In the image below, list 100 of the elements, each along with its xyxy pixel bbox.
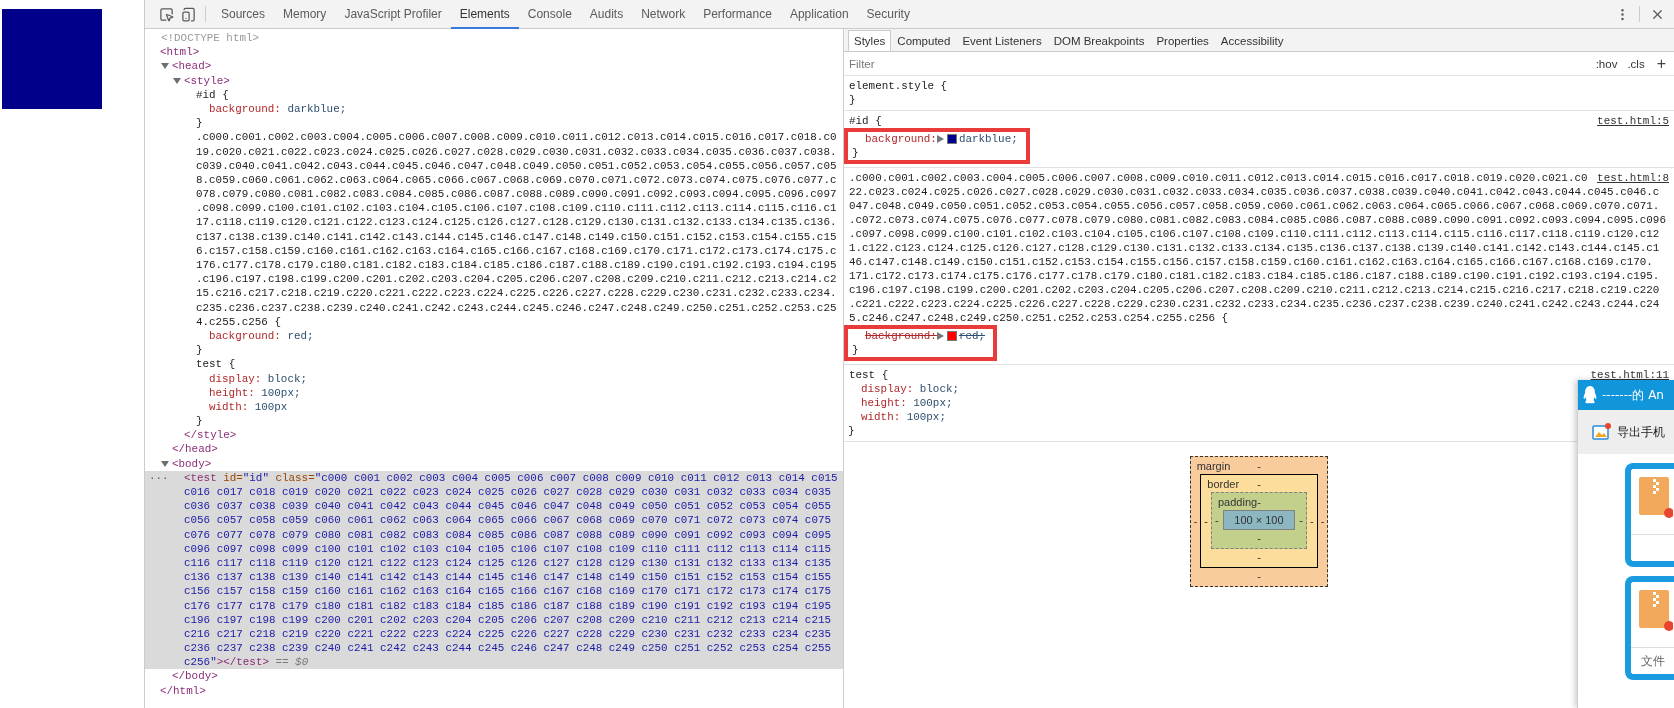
sidebar-tab[interactable]: Properties	[1150, 30, 1215, 51]
html-tag[interactable]: <body>	[172, 456, 212, 471]
css-property[interactable]: background:	[865, 132, 937, 146]
css-value[interactable]: red;	[958, 329, 986, 343]
content-box: 100 × 100	[1223, 510, 1295, 530]
window-title: -------的 An	[1602, 386, 1664, 404]
css-value[interactable]: 100px;	[913, 396, 953, 410]
selected-node-row[interactable]	[145, 470, 843, 670]
css-property: background:	[209, 101, 281, 117]
css-property[interactable]: background:	[865, 329, 937, 343]
attribute-value: "c000 c001 c002 c003 c004 c005 c006 c007 c008 c009 c010 c011 c012 c013 c014 c015	[314, 470, 838, 485]
attribute-name: id=	[223, 470, 243, 485]
css-brace: }	[848, 425, 855, 437]
css-brace: }	[196, 414, 203, 429]
box-value: -	[1257, 478, 1261, 490]
panel-tab[interactable]: Audits	[580, 0, 633, 29]
css-value: 100px	[254, 399, 288, 415]
box-value: -	[1203, 514, 1209, 527]
expand-arrow-icon[interactable]	[173, 76, 181, 85]
css-brace: }	[852, 344, 859, 356]
css-property[interactable]: height:	[861, 396, 907, 410]
panel-tab[interactable]: Console	[518, 0, 581, 29]
css-selector-line: .c098.c099.c100.c101.c102.c103.c104.c105.c106.c107.c108.c109.c110.c111.c112.c113.c114.c115.c116.c1	[196, 201, 837, 216]
doctype-line: <!DOCTYPE html>	[161, 31, 260, 46]
gutter-dots[interactable]: ...	[145, 470, 184, 485]
html-tag[interactable]: </style>	[184, 428, 237, 443]
attribute-value: c216 c217 c218 c219 c220 c221 c222 c223 c224 c225 c226 c227 c228 c229 c230 c231 c232 c233 c234 c235	[184, 626, 831, 642]
source-link[interactable]: test.html:11	[1590, 368, 1669, 382]
attribute-value: c136 c137 c138 c139 c140 c141 c142 c143 c144 c145 c146 c147 c148 c149 c150 c151 c152 c153 c154 c155	[184, 570, 831, 585]
penguin-icon	[1583, 386, 1597, 404]
css-selector-line: 46.c147.c148.c149.c150.c151.c152.c153.c154.c155.c156.c157.c158.c159.c160.c161.c162.c163.c164.c165.c166.c167.c168.c169.c170.	[849, 256, 1653, 268]
filter-field[interactable]: Filter	[849, 57, 1588, 70]
color-swatch[interactable]	[946, 134, 957, 144]
panel-tab[interactable]: Network	[632, 0, 695, 29]
css-value[interactable]: block;	[919, 382, 959, 396]
sidebar-tab[interactable]: Accessibility	[1214, 30, 1290, 51]
html-tag[interactable]: <style>	[184, 73, 230, 88]
css-value[interactable]: 100px;	[906, 410, 946, 424]
css-selector-line: 5.c246.c247.c248.c249.c250.c251.c252.c253.c254.c255.c256 {	[849, 312, 1229, 324]
html-tag[interactable]: </head>	[172, 442, 218, 457]
expand-arrow-icon[interactable]	[161, 459, 169, 468]
css-property[interactable]: display:	[861, 382, 914, 396]
box-value: -	[1319, 515, 1326, 527]
sidebar-tab[interactable]: Styles	[848, 30, 892, 51]
expand-triangle-icon[interactable]	[936, 135, 944, 143]
css-property: display:	[209, 371, 262, 386]
panel-tab[interactable]: Performance	[694, 0, 781, 29]
box-value: -	[1257, 570, 1261, 582]
html-tag[interactable]: <head>	[172, 59, 212, 74]
file-card[interactable]	[1625, 463, 1674, 567]
css-selector-line: #id {	[849, 115, 882, 127]
source-link[interactable]: test.html:5	[1597, 114, 1669, 128]
css-property[interactable]: width:	[861, 410, 901, 424]
panel-tab[interactable]: Sources	[212, 0, 275, 29]
attribute-name: class=	[275, 470, 315, 485]
css-selector-line: element.style {	[849, 80, 948, 92]
expand-triangle-icon[interactable]	[936, 332, 944, 340]
html-tag[interactable]: </html>	[160, 683, 206, 698]
css-selector-line: .c072.c073.c074.c075.c076.c077.c078.c079.c080.c081.c082.c083.c084.c085.c086.c087.c088.c089.c090.c091.c092.c093.c094.c095.c096	[849, 214, 1666, 226]
attribute-value: c076 c077 c078 c079 c080 c081 c082 c083 c084 c085 c086 c087 c088 c089 c090 c091 c092 c093 c094 c095	[184, 527, 831, 542]
html-tag[interactable]: </body>	[172, 669, 218, 684]
panel-tab[interactable]: Security	[857, 0, 919, 29]
box-value: -	[1257, 532, 1261, 544]
css-value[interactable]: darkblue;	[958, 132, 1018, 146]
css-property: width:	[209, 399, 249, 415]
css-selector-line: c196.c197.c198.c199.c200.c201.c202.c203.c204.c205.c206.c207.c208.c209.c210.c211.c212.c213.c214.c215.c216.c217.c218.c219.c220	[849, 284, 1660, 296]
css-property: height:	[209, 385, 255, 400]
source-link[interactable]: test.html:8	[1597, 171, 1669, 185]
html-tag[interactable]: <html>	[160, 45, 200, 60]
css-value: darkblue;	[287, 101, 347, 117]
css-selector-line: 8.c059.c060.c061.c062.c063.c064.c065.c066.c067.c068.c069.c070.c071.c072.c073.c074.c075.c076.c077.c	[196, 172, 837, 188]
css-selector-line: 6.c157.c158.c159.c160.c161.c162.c163.c164.c165.c166.c167.c168.c169.c170.c171.c172.c173.c174.c175.c	[196, 243, 837, 258]
css-selector-line: 22.c023.c024.c025.c026.c027.c028.c029.c030.c031.c032.c033.c034.c035.c036.c037.c038.c039.c040.c041.c042.c043.c044.c045.c046.c	[849, 186, 1660, 198]
css-selector-line: c235.c236.c237.c238.c239.c240.c241.c242.c243.c244.c245.c246.c247.c248.c249.c250.c251.c252.c253.c25	[196, 300, 837, 315]
panel-tab[interactable]: Application	[780, 0, 858, 29]
expand-arrow-icon[interactable]	[161, 62, 169, 71]
box-label: margin	[1196, 460, 1231, 472]
file-card[interactable]: 文件	[1625, 576, 1674, 680]
html-tag[interactable]: <test	[184, 470, 217, 485]
html-tag[interactable]: ></test>	[216, 655, 269, 670]
toggle-button[interactable]: :hov	[1593, 57, 1620, 70]
sidebar-tab[interactable]: Computed	[891, 30, 957, 51]
css-selector-line: c137.c138.c139.c140.c141.c142.c143.c144.c145.c146.c147.c148.c149.c150.c151.c152.c153.c154.c155.c15	[196, 229, 837, 244]
color-swatch[interactable]	[946, 331, 957, 341]
panel-tab[interactable]: Memory	[274, 0, 336, 29]
toggle-button[interactable]: .cls	[1625, 57, 1647, 70]
archive-file-icon	[1639, 590, 1673, 632]
add-rule-button[interactable]: +	[1652, 55, 1670, 72]
attribute-value: c016 c017 c018 c019 c020 c021 c022 c023 c024 c025 c026 c027 c028 c029 c030 c031 c032 c033 c034 c035	[184, 485, 831, 500]
css-brace: }	[196, 116, 203, 131]
css-value: 100px;	[261, 385, 301, 400]
css-selector-line: .c000.c001.c002.c003.c004.c005.c006.c007.c008.c009.c010.c011.c012.c013.c014.c015.c016.c017.c018.c0	[196, 130, 837, 145]
image-export-icon[interactable]	[1592, 423, 1612, 441]
sidebar-tab[interactable]: Event Listeners	[956, 30, 1048, 51]
panel-tab[interactable]: JavaScript Profiler	[335, 0, 451, 29]
css-selector-line: .c097.c098.c099.c100.c101.c102.c103.c104.c105.c106.c107.c108.c109.c110.c111.c112.c113.c114.c115.c116.c117.c118.c119.c120.c12	[849, 228, 1660, 240]
sidebar-tab[interactable]: DOM Breakpoints	[1047, 30, 1151, 51]
css-brace: }	[852, 147, 859, 159]
panel-tab[interactable]: Elements	[450, 0, 519, 29]
attribute-value: c156 c157 c158 c159 c160 c161 c162 c163 c164 c165 c166 c167 c168 c169 c170 c171 c172 c173 c174 c175	[184, 584, 831, 599]
